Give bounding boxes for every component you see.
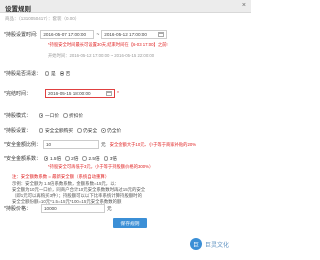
save-rule-button[interactable]: 保存规则: [113, 218, 147, 228]
time-label: *持股设置时间:: [4, 32, 38, 38]
type-row: *持股设置： 安全全额购买 仍安全 仍全价: [4, 127, 125, 135]
radio-selected-icon: [38, 113, 44, 118]
end-time-label: *完结时间：: [4, 91, 31, 97]
watermark: 巨 巨灵文化: [190, 238, 229, 250]
radio-icon: [103, 156, 109, 161]
radio-icon: [63, 113, 68, 118]
price-label: *持股价格：: [4, 206, 31, 212]
time-row: *持股设置时间: 2016-05-07 17:00:00 ~ 2016-05-1…: [4, 30, 168, 39]
start-time-input[interactable]: 2016-05-07 17:00:00: [40, 30, 95, 39]
info-line-1: 注：安全额数系数 = 最新安全额（系统自动重算）: [12, 174, 110, 179]
mode-option-discount[interactable]: 折扣价: [63, 113, 83, 119]
type-option-full[interactable]: 安全全额购买: [38, 128, 73, 134]
ratio-option-3[interactable]: 3倍: [103, 156, 117, 162]
range-separator: ~: [96, 31, 100, 38]
required-mark: *: [116, 90, 119, 97]
ratio-row: *安全金额系数： 1.5倍 2倍 2.5倍 3倍: [4, 155, 121, 163]
ratio-option-2-5[interactable]: 2.5倍: [82, 156, 100, 162]
type-option-safe[interactable]: 仍安全: [77, 128, 97, 134]
ratio-label: *安全金额系数：: [4, 156, 41, 162]
dialog-title: 设置规则: [5, 6, 31, 13]
radio-icon: [77, 128, 82, 133]
clear-label: *持股是否清退：: [4, 71, 41, 77]
mode-option-fixed[interactable]: 一口价: [38, 113, 59, 119]
brand-logo-icon: 巨: [190, 238, 202, 250]
calendar-icon[interactable]: [105, 91, 112, 96]
radio-icon: [44, 71, 50, 76]
amount-label: *安全金额比例：: [4, 142, 41, 148]
type-option-fullprice[interactable]: 仍全价: [101, 128, 121, 134]
ratio-note: *持股安全可再低于3元，小于等于持股额价格的300%）: [48, 164, 154, 169]
watermark-text: 巨灵文化: [205, 242, 230, 249]
amount-row: *安全金额比例： 10 元 安全金额大于10元、小于等于商家补贴的20%: [4, 140, 196, 149]
amount-unit: 元: [100, 141, 106, 147]
time-hint: 开始时间：2016-05-12 17:00:00 ~ 2016-05-15 22…: [48, 53, 155, 58]
amount-input[interactable]: 10: [42, 140, 99, 149]
calendar-icon[interactable]: [158, 32, 165, 37]
ratio-option-2[interactable]: 2倍: [65, 156, 78, 162]
price-unit: 元: [106, 205, 112, 211]
finish-time-input[interactable]: 2016-05-15 18:00:00: [44, 89, 115, 98]
radio-icon: [82, 156, 87, 161]
clear-row: *持股是否清退： 是 否: [4, 70, 74, 78]
mode-row: *持股模式： 一口价 折扣价: [4, 112, 87, 120]
type-label: *持股设置：: [4, 128, 31, 134]
clear-option-yes[interactable]: 是: [44, 71, 56, 77]
price-input[interactable]: 10000: [40, 204, 105, 213]
radio-icon: [38, 128, 44, 133]
time-limit-note: *持股安全时间最长可设置30天,结束时间在【6-03 17:00】之前!: [48, 42, 168, 47]
product-subtitle: 商品：（1310050417）：套装（0.00）: [5, 16, 80, 21]
close-icon[interactable]: ×: [242, 2, 246, 10]
radio-icon: [65, 156, 70, 161]
clear-option-no[interactable]: 否: [59, 71, 70, 77]
radio-selected-icon: [59, 71, 65, 76]
radio-selected-icon: [43, 156, 49, 161]
ratio-option-1-5[interactable]: 1.5倍: [43, 156, 61, 162]
end-time-row: *完结时间： 2016-05-15 18:00:00 *: [4, 89, 119, 98]
end-time-input[interactable]: 2016-05-12 17:00:00: [101, 30, 168, 39]
price-row: *持股价格： 10000 元: [4, 204, 112, 213]
radio-selected-icon: [101, 128, 106, 133]
mode-label: *持股模式：: [4, 113, 31, 119]
amount-note: 安全金额大于10元、小于等于商家补贴的20%: [109, 141, 197, 147]
dialog-titlebar: 设置规则 ×: [0, 0, 251, 13]
